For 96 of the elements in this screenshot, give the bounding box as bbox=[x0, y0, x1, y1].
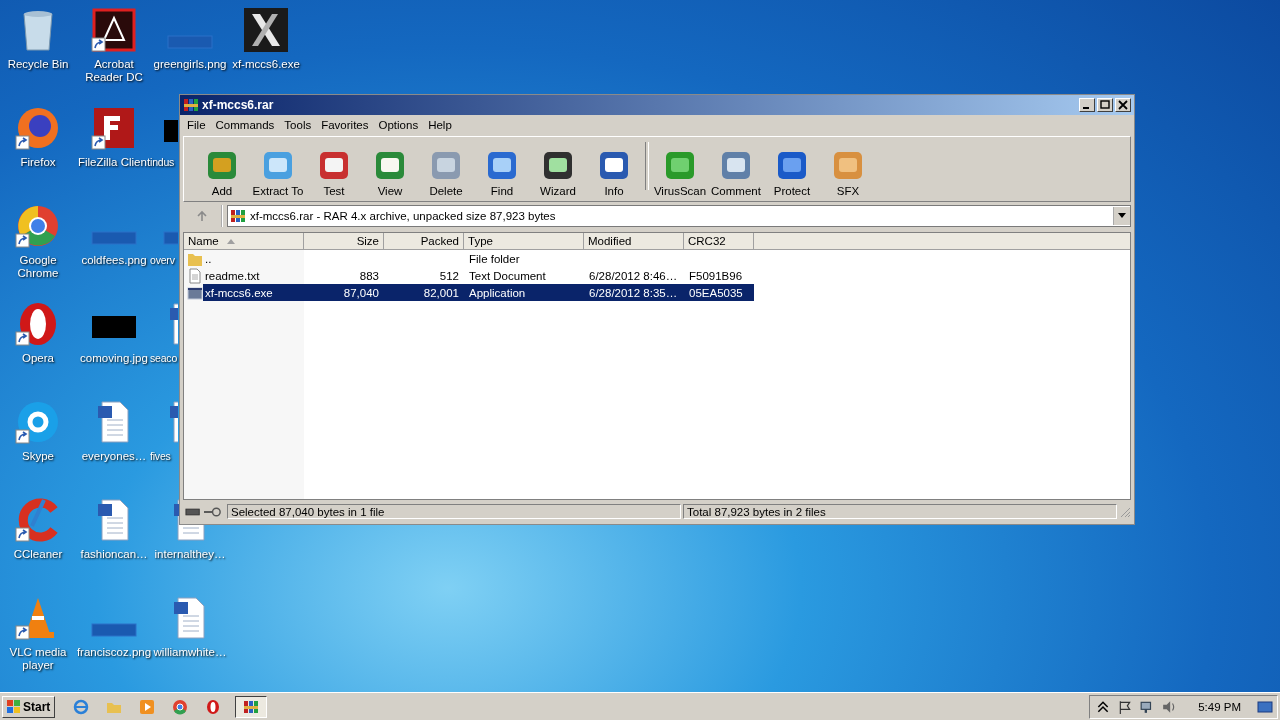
address-field[interactable]: xf-mccs6.rar - RAR 4.x archive, unpacked size 87,923 bytes bbox=[227, 205, 1131, 227]
toolbar-button[interactable]: Delete bbox=[418, 147, 474, 197]
table-cell: 6/28/2012 8:46… bbox=[589, 269, 678, 282]
icon-label: Skype bbox=[21, 450, 55, 463]
window-title: xf-mccs6.rar bbox=[202, 98, 275, 112]
table-cell: Application bbox=[469, 286, 526, 299]
close-icon bbox=[1118, 100, 1128, 110]
toolbar-button[interactable]: Protect bbox=[764, 147, 820, 197]
toolbar-button[interactable]: Add bbox=[194, 147, 250, 197]
program-icon bbox=[187, 284, 203, 301]
toolbar-button[interactable]: View bbox=[362, 147, 418, 197]
table-cell: .. bbox=[205, 252, 212, 265]
sort-arrow-icon bbox=[226, 238, 235, 244]
toolbar-button[interactable]: Comment bbox=[708, 147, 764, 197]
table-cell: 512 bbox=[439, 269, 459, 282]
up-arrow-icon bbox=[196, 210, 208, 222]
file-row[interactable]: .. File folder bbox=[184, 250, 754, 267]
icon-label: Acrobat Reader DC bbox=[84, 58, 144, 84]
column-header[interactable]: Name bbox=[184, 233, 304, 250]
icon-label: internalthey… bbox=[153, 548, 227, 561]
icon-label: coldfees.png bbox=[80, 254, 148, 267]
icon-label: comoving.jpg bbox=[79, 352, 149, 365]
archive-icon bbox=[230, 208, 246, 224]
table-cell: 82,001 bbox=[423, 286, 459, 299]
chevron-icon[interactable] bbox=[1096, 699, 1111, 714]
app-icon[interactable] bbox=[90, 6, 138, 54]
column-header[interactable]: CRC32 bbox=[684, 233, 754, 250]
file-row[interactable]: readme.txt 883 512 Text Document 6/28/2012 8:46… F5091B96 bbox=[184, 267, 754, 284]
toolbar-button[interactable]: VirusScan bbox=[652, 147, 708, 197]
table-cell: File folder bbox=[469, 252, 520, 265]
icon-label: greengirls.png bbox=[152, 58, 228, 71]
opera-icon[interactable] bbox=[205, 698, 222, 715]
column-header[interactable]: Size bbox=[304, 233, 384, 250]
table-cell: Text Document bbox=[469, 269, 546, 282]
icon-label: xf-mccs6.exe bbox=[231, 58, 301, 71]
column-header[interactable]: Modified bbox=[584, 233, 684, 250]
speaker-icon[interactable] bbox=[1162, 699, 1177, 714]
archive-icon bbox=[243, 698, 260, 715]
app-icon[interactable] bbox=[242, 6, 290, 54]
column-header[interactable]: Packed bbox=[384, 233, 464, 250]
icon-label: Opera bbox=[21, 352, 55, 365]
menu-item[interactable]: Help bbox=[423, 118, 457, 131]
toolbar-button[interactable]: Extract To bbox=[250, 147, 306, 197]
status-text: Selected 87,040 bytes in 1 file bbox=[227, 504, 681, 519]
icon-label: Firefox bbox=[19, 156, 57, 169]
menu-item[interactable]: Options bbox=[373, 118, 424, 131]
windows-logo-icon bbox=[7, 699, 21, 714]
table-cell: 87,040 bbox=[343, 286, 379, 299]
icon-label: everyones… bbox=[80, 450, 148, 463]
address-text: xf-mccs6.rar - RAR 4.x archive, unpacked size 87,923 bytes bbox=[250, 210, 557, 222]
toolbar-button[interactable]: Test bbox=[306, 147, 362, 197]
icon-label: fives bbox=[150, 450, 171, 463]
table-cell: xf-mccs6.exe bbox=[205, 286, 273, 299]
minimize-button[interactable] bbox=[1079, 98, 1095, 112]
icon-label: CCleaner bbox=[12, 548, 64, 561]
close-button[interactable] bbox=[1115, 98, 1131, 112]
icon-label: Google Chrome bbox=[16, 254, 60, 280]
toolbar-button[interactable]: Info bbox=[586, 147, 642, 197]
flag-icon[interactable] bbox=[1118, 699, 1133, 714]
show-desktop-icon[interactable] bbox=[1257, 700, 1273, 713]
dropdown-button[interactable] bbox=[1113, 207, 1130, 225]
start-button[interactable]: Start bbox=[2, 695, 56, 718]
icon-label: fashioncan… bbox=[79, 548, 149, 561]
file-row[interactable]: xf-mccs6.exe 87,040 82,001 Application 6/28/2012 8:35… 05EA5035 bbox=[184, 284, 754, 301]
chrome-icon[interactable] bbox=[172, 698, 189, 715]
status-text: Total 87,923 bytes in 2 files bbox=[683, 504, 1117, 519]
table-cell: F5091B96 bbox=[689, 269, 743, 282]
toolbar-button[interactable]: Find bbox=[474, 147, 530, 197]
toolbar-button[interactable]: SFX bbox=[820, 147, 876, 197]
toolbar-button[interactable]: Wizard bbox=[530, 147, 586, 197]
icon-label: VLC media player bbox=[8, 646, 68, 672]
menu-item[interactable]: Favorites bbox=[316, 118, 374, 131]
column-header[interactable]: Type bbox=[464, 233, 584, 250]
taskbar-item[interactable] bbox=[235, 695, 268, 718]
menu-item[interactable]: File bbox=[182, 118, 211, 131]
caret-icon bbox=[1118, 213, 1126, 219]
icon-label: Recycle Bin bbox=[6, 58, 70, 71]
icon-label: overv bbox=[150, 254, 175, 267]
resize-grip-icon[interactable] bbox=[1119, 505, 1131, 518]
browser-icon[interactable] bbox=[73, 698, 90, 715]
table-cell: readme.txt bbox=[205, 269, 260, 282]
maximize-icon bbox=[1100, 100, 1110, 110]
minimize-icon bbox=[1083, 107, 1089, 109]
icon-label: williamwhite… bbox=[152, 646, 228, 659]
table-cell: 05EA5035 bbox=[689, 286, 743, 299]
table-cell: 883 bbox=[359, 269, 379, 282]
maximize-button[interactable] bbox=[1097, 98, 1113, 112]
archive-icon bbox=[183, 97, 199, 113]
menu-item[interactable]: Commands bbox=[210, 118, 280, 131]
menu-item[interactable]: Tools bbox=[279, 118, 317, 131]
table-cell: 6/28/2012 8:35… bbox=[589, 286, 678, 299]
text-file-icon bbox=[187, 267, 203, 284]
icon-label: indus bbox=[150, 156, 175, 169]
icon-label: seaco bbox=[150, 352, 178, 365]
clock[interactable]: 5:49 PM bbox=[1198, 700, 1241, 713]
icon-label: franciscoz.png bbox=[76, 646, 152, 659]
